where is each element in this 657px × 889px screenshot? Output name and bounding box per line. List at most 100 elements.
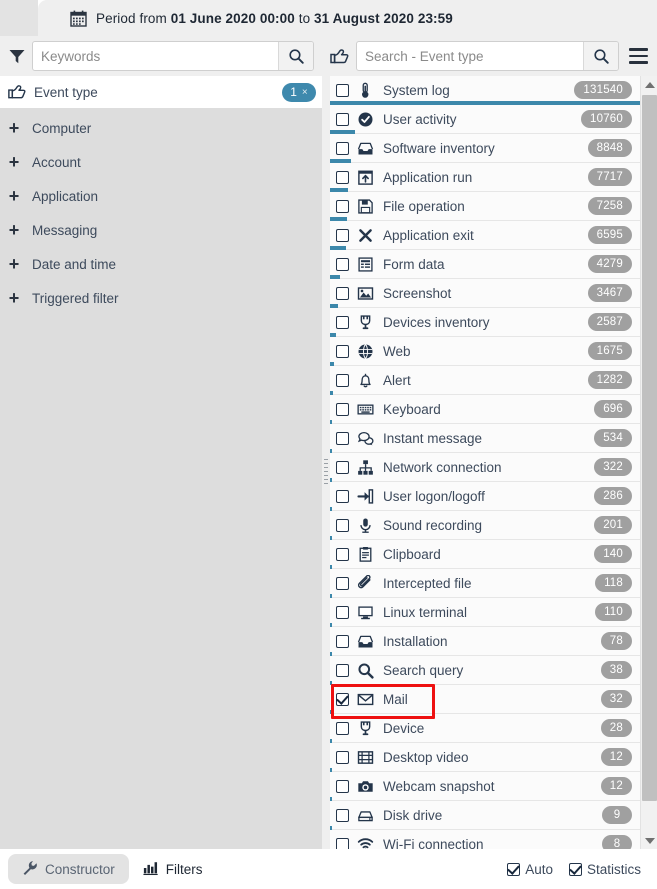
event-type-row[interactable]: User logon/logoff 286 (330, 482, 640, 511)
event-type-label: Mail (383, 691, 408, 707)
event-type-row[interactable]: Linux terminal 110 (330, 598, 640, 627)
event-type-row[interactable]: Application run 7717 (330, 163, 640, 192)
envelope-icon (356, 690, 375, 708)
event-type-row[interactable]: Keyboard 696 (330, 395, 640, 424)
checkbox-icon[interactable] (336, 199, 349, 213)
checkbox-icon[interactable] (336, 518, 349, 532)
checkbox-icon[interactable] (336, 431, 349, 445)
expand-icon[interactable]: + (6, 153, 22, 171)
monitor-icon (356, 603, 375, 621)
event-type-row[interactable]: Instant message 534 (330, 424, 640, 453)
event-type-row[interactable]: Sound recording 201 (330, 511, 640, 540)
event-type-row[interactable]: Desktop video 12 (330, 743, 640, 772)
event-type-search-group (322, 36, 657, 76)
active-filter-badge[interactable]: 1 × (282, 82, 316, 102)
event-type-row[interactable]: Disk drive 9 (330, 801, 640, 830)
checkbox-icon[interactable] (336, 460, 349, 474)
statistics-checkbox[interactable]: Statistics (568, 862, 641, 877)
expand-icon[interactable]: + (6, 289, 22, 307)
event-type-search-input[interactable] (357, 42, 583, 70)
hamburger-menu-icon[interactable] (625, 42, 651, 70)
sidebar-item-messaging[interactable]: + Messaging (0, 213, 322, 247)
event-type-row[interactable]: Intercepted file 118 (330, 569, 640, 598)
event-type-row[interactable]: Devices inventory 2587 (330, 308, 640, 337)
auto-checkbox[interactable]: Auto (507, 862, 553, 877)
checkbox-icon[interactable] (336, 837, 349, 849)
event-type-row[interactable]: Software inventory 8848 (330, 134, 640, 163)
expand-icon[interactable]: + (6, 221, 22, 239)
event-type-row[interactable]: Mail 32 (330, 685, 640, 714)
checkbox-icon[interactable] (336, 112, 349, 126)
checkbox-icon[interactable] (336, 402, 349, 416)
checkbox-icon (507, 862, 521, 876)
event-type-row[interactable]: Webcam snapshot 12 (330, 772, 640, 801)
event-type-label: Application run (383, 169, 473, 185)
sidebar-item-triggered-filter[interactable]: + Triggered filter (0, 281, 322, 315)
search-input[interactable] (33, 42, 278, 70)
checkbox-icon[interactable] (336, 634, 349, 648)
scroll-up-button[interactable] (641, 76, 657, 93)
checkbox-icon[interactable] (336, 83, 349, 97)
event-type-row[interactable]: Installation 78 (330, 627, 640, 656)
event-count-badge: 131540 (574, 81, 632, 99)
event-type-row[interactable]: Clipboard 140 (330, 540, 640, 569)
checkbox-icon[interactable] (336, 547, 349, 561)
checkbox-icon[interactable] (336, 750, 349, 764)
sidebar-item-label: Date and time (32, 256, 117, 272)
checkbox-icon[interactable] (336, 228, 349, 242)
sidebar-item-account[interactable]: + Account (0, 145, 322, 179)
checkbox-icon[interactable] (336, 605, 349, 619)
event-type-row[interactable]: Alert 1282 (330, 366, 640, 395)
panel-splitter[interactable] (322, 76, 330, 849)
expand-icon[interactable]: + (6, 255, 22, 273)
checkbox-icon[interactable] (336, 170, 349, 184)
checkbox-icon[interactable] (336, 808, 349, 822)
search-icon[interactable] (583, 42, 618, 70)
event-type-row[interactable]: Search query 38 (330, 656, 640, 685)
splitter-grip[interactable] (324, 459, 328, 487)
page-title: Event type (34, 84, 98, 100)
event-type-label: Intercepted file (383, 575, 472, 591)
checkbox-icon[interactable] (336, 286, 349, 300)
scrollbar[interactable] (640, 76, 657, 849)
sidebar-item-application[interactable]: + Application (0, 179, 322, 213)
checkbox-icon[interactable] (336, 721, 349, 735)
sidebar-item-computer[interactable]: + Computer (0, 111, 322, 145)
event-type-row[interactable]: Network connection 322 (330, 453, 640, 482)
period-mid: to (294, 10, 315, 26)
search-icon[interactable] (278, 42, 313, 70)
event-type-row[interactable]: User activity 10760 (330, 105, 640, 134)
checkbox-icon[interactable] (336, 373, 349, 387)
checkbox-icon[interactable] (336, 344, 349, 358)
tab-constructor[interactable]: Constructor (8, 854, 129, 884)
floppy-save-icon (356, 197, 375, 215)
sidebar-item-date-and-time[interactable]: + Date and time (0, 247, 322, 281)
checkbox-icon[interactable] (336, 141, 349, 155)
event-count-badge: 696 (594, 400, 632, 418)
event-type-row[interactable]: Form data 4279 (330, 250, 640, 279)
event-type-row[interactable]: Device 28 (330, 714, 640, 743)
checkbox-icon[interactable] (336, 576, 349, 590)
scrollbar-thumb[interactable] (642, 95, 657, 801)
event-type-row[interactable]: Screenshot 3467 (330, 279, 640, 308)
event-count-badge: 110 (595, 603, 632, 621)
topbar-left-gap (0, 0, 38, 36)
checkbox-icon[interactable] (336, 257, 349, 271)
expand-icon[interactable]: + (6, 119, 22, 137)
scroll-down-button[interactable] (641, 832, 657, 849)
period-tab[interactable]: Period from 01 June 2020 00:00 to 31 Aug… (38, 0, 657, 36)
checkbox-icon[interactable] (336, 692, 349, 706)
close-icon[interactable]: × (302, 87, 308, 98)
event-type-row[interactable]: File operation 7258 (330, 192, 640, 221)
event-type-row[interactable]: System log 131540 (330, 76, 640, 105)
event-type-row[interactable]: Web 1675 (330, 337, 640, 366)
event-type-row[interactable]: Wi-Fi connection 8 (330, 830, 640, 849)
checkbox-icon[interactable] (336, 489, 349, 503)
event-type-row[interactable]: Application exit 6595 (330, 221, 640, 250)
event-count-badge: 9 (602, 806, 632, 824)
checkbox-icon[interactable] (336, 779, 349, 793)
checkbox-icon[interactable] (336, 663, 349, 677)
tab-filters[interactable]: Filters (129, 854, 217, 884)
expand-icon[interactable]: + (6, 187, 22, 205)
checkbox-icon[interactable] (336, 315, 349, 329)
